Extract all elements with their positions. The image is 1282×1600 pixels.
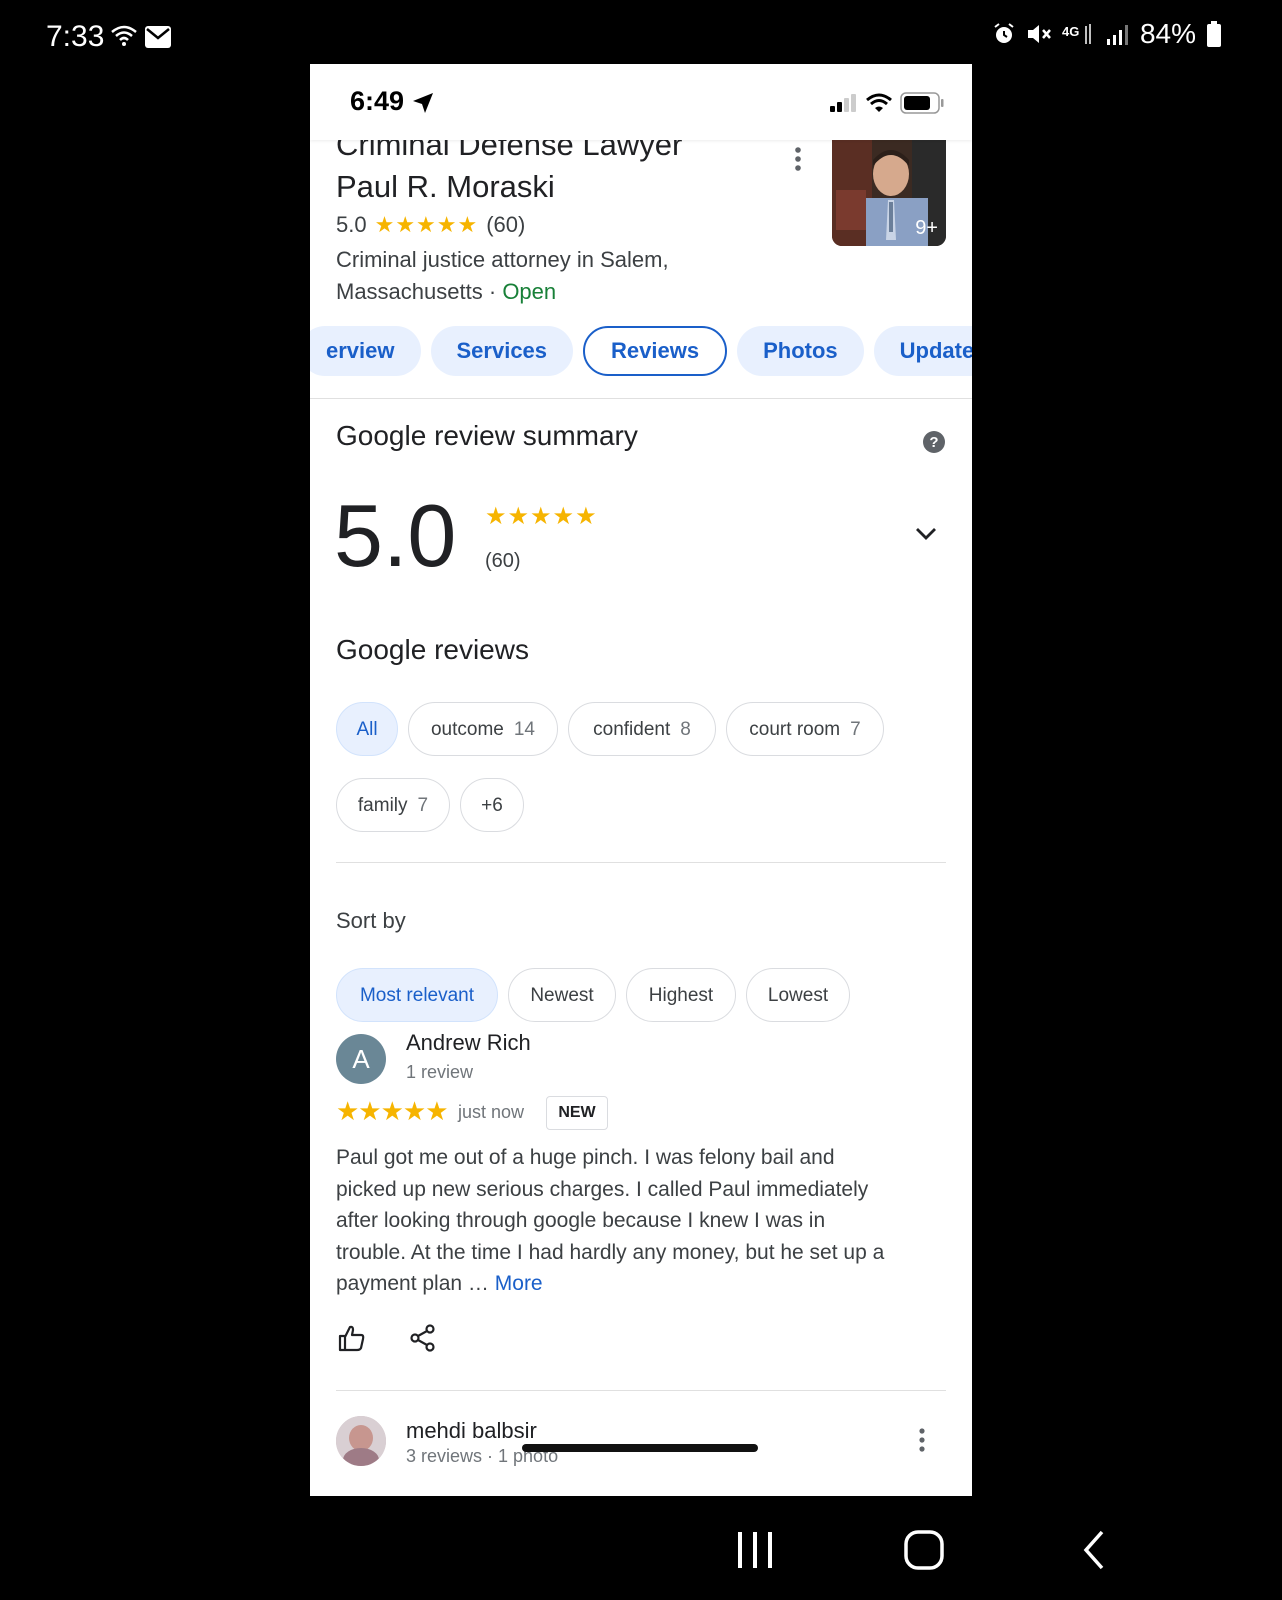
chip-label: outcome xyxy=(430,719,504,740)
tab-services[interactable]: Services xyxy=(430,326,574,376)
tab-reviews[interactable]: Reviews xyxy=(583,326,728,376)
battery-icon xyxy=(900,92,944,119)
help-icon[interactable]: ? xyxy=(922,430,946,459)
more-options-icon[interactable] xyxy=(794,146,802,177)
review-time: just now xyxy=(458,1102,525,1122)
thumbs-up-icon[interactable] xyxy=(338,1324,366,1357)
divider xyxy=(336,862,946,863)
summary-stars: ★★★★★ xyxy=(485,503,598,530)
chip-family[interactable]: family 7 xyxy=(336,778,450,832)
chevron-down-icon[interactable] xyxy=(914,526,938,547)
sort-lowest[interactable]: Lowest xyxy=(746,968,850,1022)
cellular-icon xyxy=(830,94,858,117)
sort-label: Most relevant xyxy=(359,985,475,1006)
sort-label: Highest xyxy=(648,985,714,1006)
back-icon[interactable] xyxy=(1082,1530,1106,1575)
reviewer-name[interactable]: Andrew Rich xyxy=(406,1030,531,1056)
sort-label: Lowest xyxy=(767,985,829,1006)
sort-by-label: Sort by xyxy=(336,908,406,933)
chip-all[interactable]: All xyxy=(336,702,398,756)
separator-dot: · xyxy=(488,279,497,304)
tab-updates[interactable]: Updates xyxy=(873,326,972,376)
wifi-icon xyxy=(110,24,138,53)
review-body: Paul got me out of a huge pinch. I was f… xyxy=(336,1146,885,1295)
divider xyxy=(310,398,972,399)
share-icon[interactable] xyxy=(410,1324,436,1357)
battery-percent: 84% xyxy=(1139,18,1196,49)
review-stars: ★★★★★ xyxy=(336,1096,449,1126)
new-badge: NEW xyxy=(546,1096,608,1130)
review-text: Paul got me out of a huge pinch. I was f… xyxy=(336,1142,896,1300)
chip-confident[interactable]: confident 8 xyxy=(568,702,716,756)
wifi-icon xyxy=(866,93,892,118)
sort-highest[interactable]: Highest xyxy=(626,968,736,1022)
network-4g-icon: 4G xyxy=(1062,22,1096,46)
title-line-2: Paul R. Moraski xyxy=(336,169,555,204)
review-count[interactable]: (60) xyxy=(486,212,525,238)
sort-most-relevant[interactable]: Most relevant xyxy=(336,968,498,1022)
summary-count: (60) xyxy=(485,550,521,572)
location-arrow-icon xyxy=(412,92,434,119)
business-photo[interactable]: 9+ xyxy=(832,140,946,246)
chip-label: court room xyxy=(749,719,841,740)
chip-count: 8 xyxy=(680,719,691,740)
svg-text:4G: 4G xyxy=(1062,24,1079,39)
mute-icon xyxy=(1026,22,1052,46)
chip-count: 14 xyxy=(513,719,535,740)
ios-status-bar: 6:49 xyxy=(310,64,972,140)
chip-court-room[interactable]: court room 7 xyxy=(726,702,884,756)
home-indicator[interactable] xyxy=(522,1444,758,1452)
mail-icon xyxy=(145,26,171,53)
more-link[interactable]: More xyxy=(495,1272,543,1295)
summary-rating: 5.0 xyxy=(334,486,457,585)
rating-value: 5.0 xyxy=(336,212,367,237)
category-line-2: Massachusetts · Open xyxy=(336,276,736,308)
more-options-icon[interactable] xyxy=(918,1428,926,1457)
signal-icon xyxy=(1106,23,1130,45)
sort-newest[interactable]: Newest xyxy=(508,968,616,1022)
category-line-1: Criminal justice attorney in Salem, xyxy=(336,247,669,272)
svg-text:?: ? xyxy=(929,434,938,451)
rating-row: 5.0 ★★★★★ (60) xyxy=(336,212,525,238)
reviewer-meta: 1 review xyxy=(406,1062,474,1082)
phone-screen: 6:49 Criminal Defense Lawyer Paul R. Mor… xyxy=(310,64,972,1496)
review-summary-title: Google review summary xyxy=(336,420,638,451)
tab-photos[interactable]: Photos xyxy=(737,326,864,376)
android-clock: 7:33 xyxy=(46,20,105,53)
tab-overview[interactable]: erview xyxy=(310,326,421,376)
chip-label: All xyxy=(356,719,378,740)
chip-count: 7 xyxy=(417,795,429,816)
battery-icon xyxy=(1206,21,1222,47)
divider xyxy=(336,1390,946,1391)
open-status: Open xyxy=(502,279,557,304)
android-status-bar: 7:33 4G 84% xyxy=(0,0,1282,64)
avatar[interactable] xyxy=(336,1416,386,1466)
business-category: Criminal justice attorney in Salem, Mass… xyxy=(336,244,736,308)
tab-bar: erview Services Reviews Photos Updates xyxy=(310,326,972,378)
ios-clock: 6:49 xyxy=(350,86,405,116)
location-text: Massachusetts xyxy=(336,279,483,304)
reviewer-name[interactable]: mehdi balbsir xyxy=(406,1418,537,1444)
photo-count-badge: 9+ xyxy=(915,217,938,239)
avatar[interactable]: A xyxy=(336,1034,386,1084)
alarm-icon xyxy=(992,22,1016,46)
rating-stars: ★★★★★ xyxy=(374,212,479,237)
chip-label: confident xyxy=(593,719,671,740)
chip-count: 7 xyxy=(850,719,861,740)
chip-more-topics[interactable]: +6 xyxy=(460,778,524,832)
google-reviews-title: Google reviews xyxy=(336,634,529,665)
chip-label: family xyxy=(357,795,408,816)
recents-icon[interactable] xyxy=(736,1530,774,1575)
home-icon[interactable] xyxy=(904,1530,944,1575)
sort-label: Newest xyxy=(530,985,594,1006)
chip-outcome[interactable]: outcome 14 xyxy=(408,702,558,756)
chip-label: +6 xyxy=(481,795,503,816)
